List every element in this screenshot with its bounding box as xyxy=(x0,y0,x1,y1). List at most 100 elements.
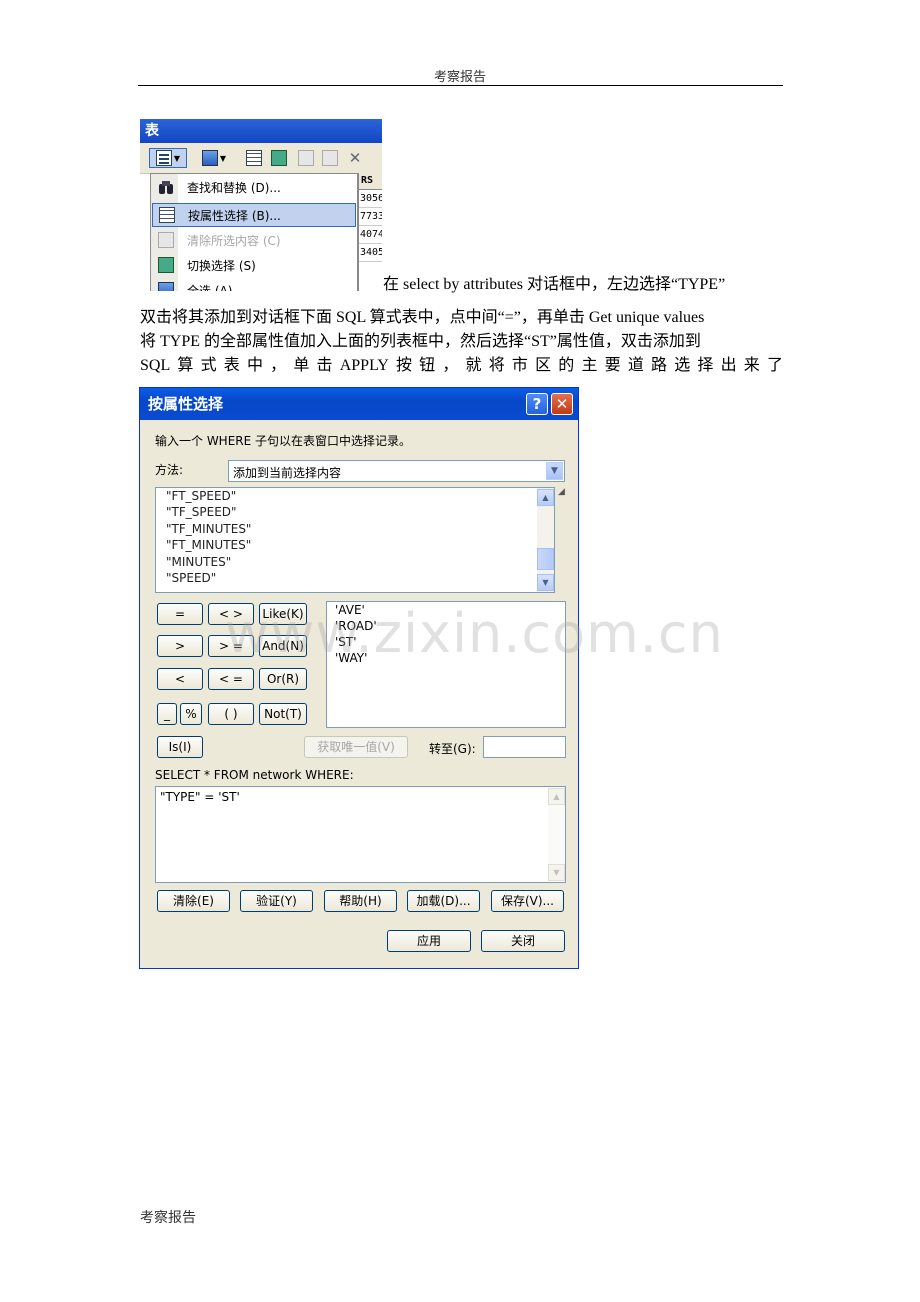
paragraph-word: 选 xyxy=(674,357,691,374)
switch-selection-toolbar-button[interactable] xyxy=(269,148,289,168)
method-select[interactable]: 添加到当前选择内容 ▼ xyxy=(228,460,565,482)
save-button[interactable]: 保存(V)... xyxy=(491,890,564,912)
related-tables-button[interactable]: ▼ xyxy=(197,148,231,168)
dropdown-arrow-icon: ▼ xyxy=(173,153,181,163)
table-options-menu: 查找和替换 (D)... 按属性选择 (B)... 清除所选内容 (C) 切换选… xyxy=(150,173,358,291)
menu-item-select-by-attributes[interactable]: 按属性选择 (B)... xyxy=(152,203,356,227)
paragraph-word: 钮 xyxy=(419,357,436,374)
paragraph-word: 表 xyxy=(223,357,240,374)
grid-cell: 3056 xyxy=(359,190,382,208)
grid-cell: 7733 xyxy=(359,208,382,226)
less-equal-button[interactable]: < = xyxy=(208,668,254,690)
paragraph-word: 区 xyxy=(535,357,552,374)
dropdown-arrow-icon: ▼ xyxy=(219,153,227,163)
zoom-to-selected-toolbar-button[interactable] xyxy=(320,148,340,168)
not-button[interactable]: Not(T) xyxy=(259,703,307,725)
apply-button[interactable]: 应用 xyxy=(387,930,471,952)
close-button[interactable]: 关闭 xyxy=(481,930,565,952)
parentheses-button[interactable]: ( ) xyxy=(208,703,254,725)
scroll-down-icon[interactable]: ▼ xyxy=(548,864,565,881)
help-button[interactable]: 帮助(H) xyxy=(324,890,397,912)
menu-item-select-all[interactable]: 全选 (A) xyxy=(152,278,356,291)
select-by-attributes-icon xyxy=(246,150,262,166)
paragraph-line-2: 双击将其添加到对话框下面 SQL 算式表中，点中间“=”，再单击 Get uni… xyxy=(140,309,705,326)
table-options-icon xyxy=(155,150,172,166)
delete-selected-toolbar-button[interactable]: ✕ xyxy=(345,148,365,168)
field-item[interactable]: "SPEED" xyxy=(156,570,554,586)
is-button[interactable]: Is(I) xyxy=(157,736,203,758)
goto-label: 转至(G): xyxy=(429,742,476,756)
clear-selection-toolbar-button[interactable] xyxy=(296,148,316,168)
scroll-down-icon[interactable]: ▼ xyxy=(537,574,554,591)
clear-button[interactable]: 清除(E) xyxy=(157,890,230,912)
paragraph-word: 单 xyxy=(293,357,310,374)
menu-item-find-replace[interactable]: 查找和替换 (D)... xyxy=(152,175,356,199)
less-than-button[interactable]: < xyxy=(157,668,203,690)
paragraph-word: 中 xyxy=(246,357,263,374)
switch-selection-icon xyxy=(152,257,179,273)
grid-cell: 4074 xyxy=(359,226,382,244)
paragraph-word: 道 xyxy=(627,357,644,374)
scroll-up-icon[interactable]: ▲ xyxy=(537,489,554,506)
select-by-attributes-icon xyxy=(153,207,180,223)
clear-selection-icon xyxy=(298,150,314,166)
percent-button[interactable]: % xyxy=(180,703,202,725)
menu-item-switch-selection[interactable]: 切换选择 (S) xyxy=(152,253,356,277)
sql-prefix-label: SELECT * FROM network WHERE: xyxy=(155,768,354,782)
paragraph-word: APPLY xyxy=(339,357,389,374)
related-tables-icon xyxy=(201,150,218,166)
binoculars-icon xyxy=(152,179,179,195)
paragraph-word: 市 xyxy=(511,357,528,374)
field-item[interactable]: "MINUTES" xyxy=(156,554,554,570)
table-options-button[interactable]: ▼ xyxy=(149,148,187,168)
help-title-button[interactable]: ? xyxy=(526,393,548,415)
select-by-attributes-toolbar-button[interactable] xyxy=(244,148,264,168)
paragraph-word: 了 xyxy=(766,357,783,374)
paragraph-word: ， xyxy=(442,357,459,374)
paragraph-word: 路 xyxy=(651,357,668,374)
grid-column-header: RS xyxy=(359,173,382,190)
verify-button[interactable]: 验证(Y) xyxy=(240,890,313,912)
clear-selection-icon xyxy=(152,232,179,248)
switch-selection-icon xyxy=(271,150,287,166)
delete-icon: ✕ xyxy=(348,149,362,167)
chevron-down-icon[interactable]: ▼ xyxy=(546,462,563,480)
paragraph-word: 就 xyxy=(465,357,482,374)
load-button[interactable]: 加载(D)... xyxy=(407,890,480,912)
dialog-title: 按属性选择 xyxy=(140,388,578,420)
close-title-button[interactable]: ✕ xyxy=(551,393,573,415)
field-item[interactable]: "FT_MINUTES" xyxy=(156,537,554,553)
fields-scrollbar[interactable]: ▲ ▼ xyxy=(537,488,554,592)
paragraph-word: 主 xyxy=(581,357,598,374)
sql-scrollbar[interactable]: ▲ ▼ xyxy=(548,787,565,882)
fields-list[interactable]: "FT_SPEED" "TF_SPEED" "TF_MINUTES" "FT_M… xyxy=(155,487,555,593)
attribute-grid: RS 3056 7733 4074 3405 xyxy=(358,173,382,291)
paragraph-word: 击 xyxy=(316,357,333,374)
scroll-up-icon[interactable]: ▲ xyxy=(548,788,565,805)
zoom-to-selected-icon xyxy=(322,150,338,166)
sql-expression-field[interactable]: "TYPE" = 'ST' ▲ ▼ xyxy=(155,786,566,883)
table-window-screenshot: 表 ▼ ▼ ✕ RS 3056 7733 4074 3405 查找和替换 (D)… xyxy=(140,119,382,291)
grid-cell: 3405 xyxy=(359,244,382,262)
field-item[interactable]: "TF_SPEED" xyxy=(156,504,554,520)
underscore-button[interactable]: _ xyxy=(157,703,177,725)
paragraph-line-4: SQL 算式表中 ， 单击 APPLY 按钮 ， 就将市区的主要道路选择出来了 xyxy=(140,355,783,377)
or-button[interactable]: Or(R) xyxy=(259,668,307,690)
equals-button[interactable]: = xyxy=(157,603,203,625)
field-item[interactable]: "FT_SPEED" xyxy=(156,488,554,504)
greater-than-button[interactable]: > xyxy=(157,635,203,657)
field-item[interactable]: "TF_MINUTES" xyxy=(156,521,554,537)
menu-item-clear-selection[interactable]: 清除所选内容 (C) xyxy=(152,228,356,252)
get-unique-values-button[interactable]: 获取唯一值(V) xyxy=(304,736,408,758)
paragraph-word: 要 xyxy=(604,357,621,374)
scroll-thumb[interactable] xyxy=(537,548,554,570)
method-value: 添加到当前选择内容 xyxy=(233,466,342,480)
resize-grip-icon[interactable]: ◢ xyxy=(558,487,565,497)
header-rule xyxy=(138,85,783,86)
table-window-title: 表 xyxy=(140,119,382,143)
paragraph-word: 择 xyxy=(697,357,714,374)
page-footer: 考察报告 xyxy=(140,1211,196,1226)
paragraph-word: 将 xyxy=(488,357,505,374)
goto-input[interactable] xyxy=(483,736,566,758)
method-label: 方法: xyxy=(155,463,184,477)
